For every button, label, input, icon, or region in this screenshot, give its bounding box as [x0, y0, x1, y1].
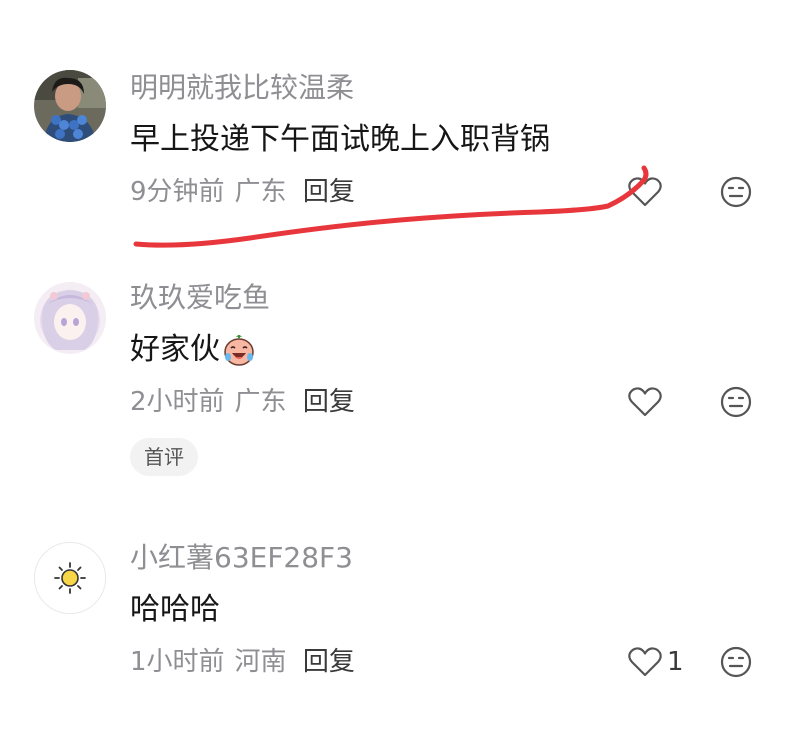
comment-meta: 2小时前 广东 回复: [130, 384, 355, 420]
comment-text-body: 早上投递下午面试晚上入职背锅: [130, 122, 550, 157]
like-count: 1: [667, 647, 684, 677]
comment-time: 2小时前: [130, 387, 225, 417]
avatar[interactable]: [34, 70, 106, 142]
username[interactable]: 明明就我比较温柔: [130, 70, 354, 106]
username[interactable]: 玖玖爱吃鱼: [130, 280, 270, 316]
first-comment-badge: 首评: [130, 438, 198, 476]
comment-location: 广东: [234, 177, 287, 207]
like-button[interactable]: 1: [627, 644, 684, 680]
reply-button[interactable]: 回复: [303, 177, 355, 207]
red-underline-annotation: [133, 165, 649, 248]
heart-icon: [628, 647, 662, 677]
like-button[interactable]: [627, 174, 667, 210]
emoji-reaction-button[interactable]: [720, 646, 752, 678]
neutral-face-icon: [720, 176, 752, 208]
heart-icon: [628, 177, 662, 207]
reply-button[interactable]: 回复: [303, 647, 355, 677]
comment-time: 9分钟前: [130, 177, 225, 207]
emoji-reaction-button[interactable]: [720, 176, 752, 208]
neutral-face-icon: [720, 646, 752, 678]
comment-text: 哈哈哈: [130, 590, 220, 630]
like-button[interactable]: [627, 384, 667, 420]
comment-text: 好家伙: [130, 330, 256, 370]
avatar[interactable]: [34, 542, 106, 614]
username[interactable]: 小红薯63EF28F3: [130, 540, 353, 576]
crying-laughing-sticker-icon: [224, 335, 254, 366]
comment-time: 1小时前: [130, 647, 225, 677]
comment-text-body: 好家伙: [130, 332, 220, 367]
avatar[interactable]: [34, 282, 106, 354]
sun-icon: [35, 543, 105, 613]
heart-icon: [628, 387, 662, 417]
comment-text: 早上投递下午面试晚上入职背锅: [130, 120, 550, 160]
comment-location: 河南: [234, 647, 287, 677]
comment-location: 广东: [234, 387, 287, 417]
emoji-reaction-button[interactable]: [720, 386, 752, 418]
neutral-face-icon: [720, 386, 752, 418]
comment-meta: 9分钟前 广东 回复: [130, 174, 355, 210]
comment-meta: 1小时前 河南 回复: [130, 644, 355, 680]
reply-button[interactable]: 回复: [303, 387, 355, 417]
comment-text-body: 哈哈哈: [130, 592, 220, 627]
